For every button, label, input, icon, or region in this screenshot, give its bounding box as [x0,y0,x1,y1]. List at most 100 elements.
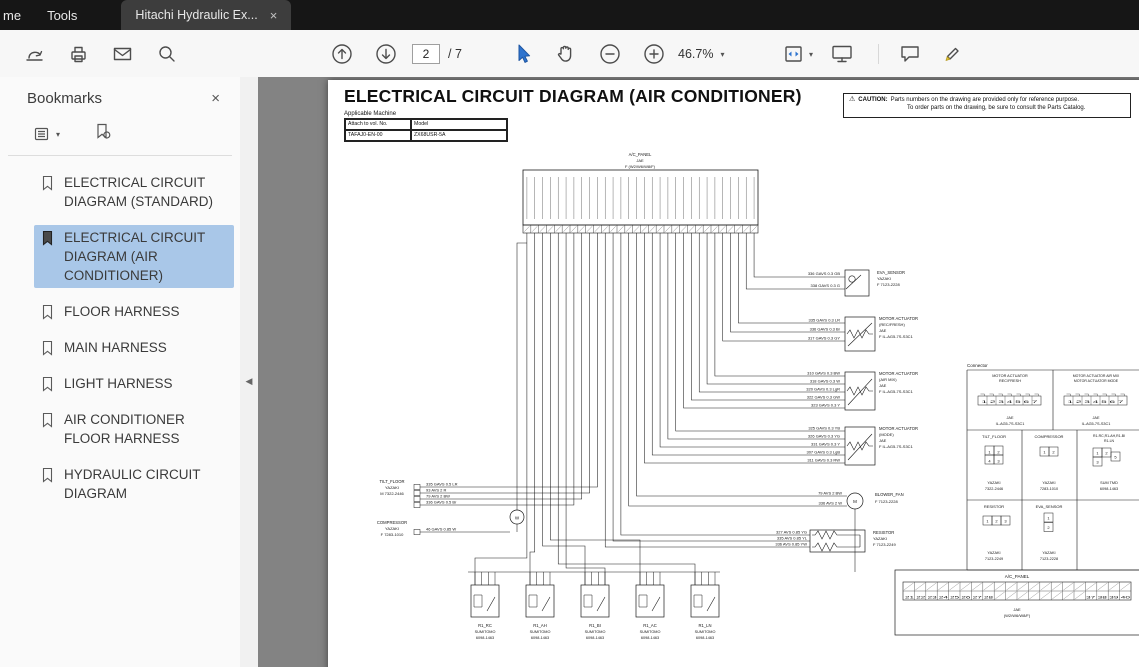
hand-tool-icon [554,42,578,66]
connector-panel-title: Connector [967,363,988,368]
wire-label: 322 GAVS 0.3 GW [807,395,840,400]
zoom-out-icon [598,42,622,66]
tab-bar: me Tools Hitachi Hydraulic Ex... × [0,0,1139,30]
conn-tilt-maker: YAZAKI [987,481,1000,485]
hand-tool-button[interactable] [552,40,580,68]
toolbar-separator [878,44,879,64]
wire-label: 327 AVS 0.85 YG [776,530,807,535]
relay-name: R1_BI [589,623,601,628]
close-panel-icon[interactable]: × [211,90,220,107]
collapse-panel-icon[interactable]: ◀ [240,365,258,397]
conn-comp-part: 7283-1010 [1040,487,1058,491]
wire-label: 320 GAVS 0.3 LgR [806,387,840,392]
search-icon [155,43,177,65]
motor2-symbol [847,379,873,405]
select-tool-button[interactable] [508,40,536,68]
wire-label: 331 GAVS 0.3 Y [811,442,840,447]
compressor-name: COMPRESSOR [377,520,407,525]
bookmark-item[interactable]: FLOOR HARNESS [34,299,234,324]
bookmark-icon [41,376,54,392]
wire-label: 336 GAVS 0.5 Br [426,500,457,505]
page-number-input[interactable] [412,44,440,64]
wire-label: 325 GAVS 0.3 YB [808,426,840,431]
select-cursor-icon [510,42,534,66]
zoom-out-button[interactable] [596,40,624,68]
bookmark-label: AIR CONDITIONER FLOOR HARNESS [64,410,222,448]
comment-bubble-icon [898,42,922,66]
acp-maker: JAE [636,158,644,163]
circuit-diagram-svg: A/C_PANEL JAE F (W2/W6/W8/F) 336 GAVS 0.… [328,80,1139,667]
acp-connector-box [895,570,1139,635]
relay-part: 6098-1463 [696,636,714,640]
tab-document[interactable]: Hitachi Hydraulic Ex... × [121,0,291,30]
eva-part: F 7123-2228 [877,282,900,287]
print-button[interactable] [64,40,92,68]
email-icon [111,43,133,65]
bookmark-item[interactable]: LIGHT HARNESS [34,371,234,396]
expand-current-bookmark-button[interactable] [94,123,112,145]
chevron-down-icon: ▾ [56,130,60,139]
fit-page-button[interactable]: ▾ [778,40,818,68]
motor2-maker: JAE [879,383,887,388]
bookmark-item-selected[interactable]: ELECTRICAL CIRCUIT DIAGRAM (AIR CONDITIO… [34,225,234,288]
share-button[interactable] [20,40,48,68]
relay-maker: SUMITOMO [695,630,716,634]
pdf-page: ELECTRICAL CIRCUIT DIAGRAM (AIR CONDITIO… [328,80,1139,667]
compressor-part: F 7283-1010 [381,532,404,537]
wire-label: 335 AVS 0.85 YL [777,536,808,541]
pin-number: 2 [995,519,998,524]
bookmarks-toolbar: ▾ [8,113,232,156]
conn-m2-part: IL-AG5-7S-S3C1 [1082,422,1111,426]
pin-number: 3 [997,459,1000,464]
tab-tools[interactable]: Tools [33,0,91,30]
conn-res-maker: YAZAKI [987,551,1000,555]
panel-divider[interactable]: ◀ [240,77,259,667]
pin-number: 1 [988,450,991,455]
conn-m1-maker: JAE [1007,416,1014,420]
close-tab-icon[interactable]: × [270,8,278,23]
bookmark-item[interactable]: MAIN HARNESS [34,335,234,360]
comment-button[interactable] [896,40,924,68]
bookmark-item[interactable]: ELECTRICAL CIRCUIT DIAGRAM (STANDARD) [34,170,234,214]
search-button[interactable] [152,40,180,68]
share-icon [23,43,45,65]
bookmark-item[interactable]: AIR CONDITIONER FLOOR HARNESS [34,407,234,451]
chevron-down-icon: ▾ [809,50,813,59]
bookmark-icon [41,175,54,191]
bookmarks-options-button[interactable]: ▾ [34,123,60,145]
relay-maker: SUMITOMO [475,630,496,634]
bookmarks-options-icon [34,126,52,142]
next-page-button[interactable] [372,40,400,68]
wire-label: 338 GAVS 0.3 G [811,283,841,288]
zoom-in-icon [642,42,666,66]
chevron-down-icon: ▾ [720,50,724,59]
relay-part: 6098-1463 [476,636,494,640]
motor3-maker: JAE [879,438,887,443]
wire-label: 46 GAVS 0.85 W [426,527,456,532]
highlight-button[interactable] [938,40,966,68]
zoom-level-select[interactable]: 46.7% ▾ [678,42,724,66]
blower-sym: M [853,499,857,504]
acp-connector-title: A/C_PANEL [1005,574,1030,579]
previous-page-button[interactable] [328,40,356,68]
motor2-sub: (AIR MIX) [879,377,897,382]
motor1-name: MOTOR ACTUATOR [879,316,918,321]
reading-mode-button[interactable] [828,40,856,68]
zoom-in-button[interactable] [640,40,668,68]
relay-part: 6098-1463 [586,636,604,640]
bookmark-label: ELECTRICAL CIRCUIT DIAGRAM (STANDARD) [64,173,222,211]
conn-res-part: 7123-2249 [985,557,1003,561]
wire-label: 307 GAVS 0.3 LgB [806,450,840,455]
tab-home[interactable]: me [0,0,27,30]
relay-maker: SUMITOMO [585,630,606,634]
conn-comp-title: COMPRESSOR [1035,434,1064,439]
bookmark-item[interactable]: HYDRAULIC CIRCUIT DIAGRAM [34,462,234,506]
email-button[interactable] [108,40,136,68]
wire-label: 311 GAVS 0.3 RW [807,458,840,463]
motor1-maker: JAE [879,328,887,333]
conn-eva-title: EVA_SENSOR [1036,504,1063,509]
wire-label: 79 AVS 2 BW [818,491,842,496]
bookmark-label: LIGHT HARNESS [64,374,222,393]
conn-comp-maker: YAZAKI [1042,481,1055,485]
bookmarks-panel: Bookmarks × ▾ ELECTRICAL CIRCUIT DIAGRAM… [0,77,241,667]
